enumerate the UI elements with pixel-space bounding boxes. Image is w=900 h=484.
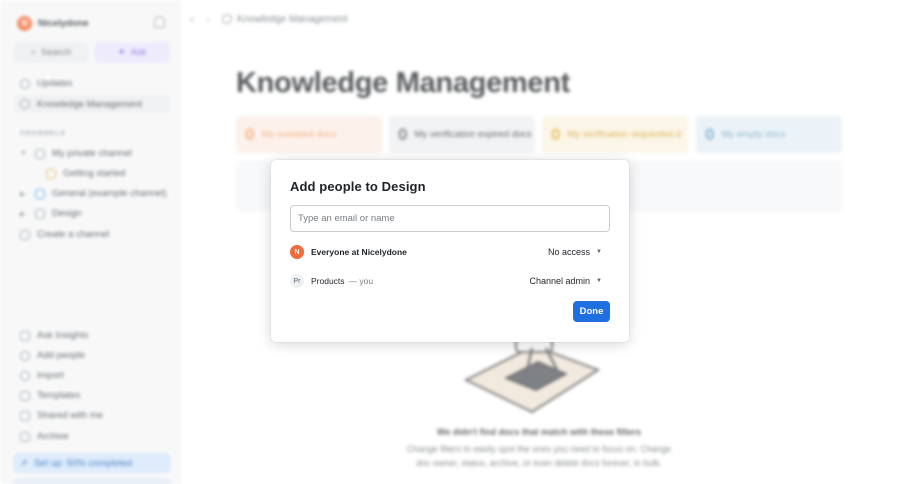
member-name: Products [311, 276, 345, 286]
people-search-input[interactable] [290, 205, 610, 232]
access-value: Channel admin [529, 276, 591, 286]
dialog-title: Add people to Design [290, 179, 426, 194]
caret-down-icon: ▼ [596, 278, 602, 284]
access-value: No access [548, 247, 591, 257]
member-name: Everyone at Nicelydone [311, 247, 407, 257]
access-dropdown[interactable]: No access ▼ [548, 247, 602, 257]
access-dropdown[interactable]: Channel admin ▼ [530, 276, 603, 286]
member-you-tag: — you [348, 276, 374, 286]
group-avatar: Pr [290, 274, 304, 288]
done-button[interactable]: Done [573, 301, 610, 322]
member-row-products: Pr Products — you Channel admin ▼ [290, 272, 610, 290]
add-people-dialog: Add people to Design N Everyone at Nicel… [271, 160, 629, 342]
caret-down-icon: ▼ [596, 249, 602, 255]
workspace-avatar: N [290, 245, 304, 259]
member-row-everyone: N Everyone at Nicelydone No access ▼ [290, 243, 610, 261]
